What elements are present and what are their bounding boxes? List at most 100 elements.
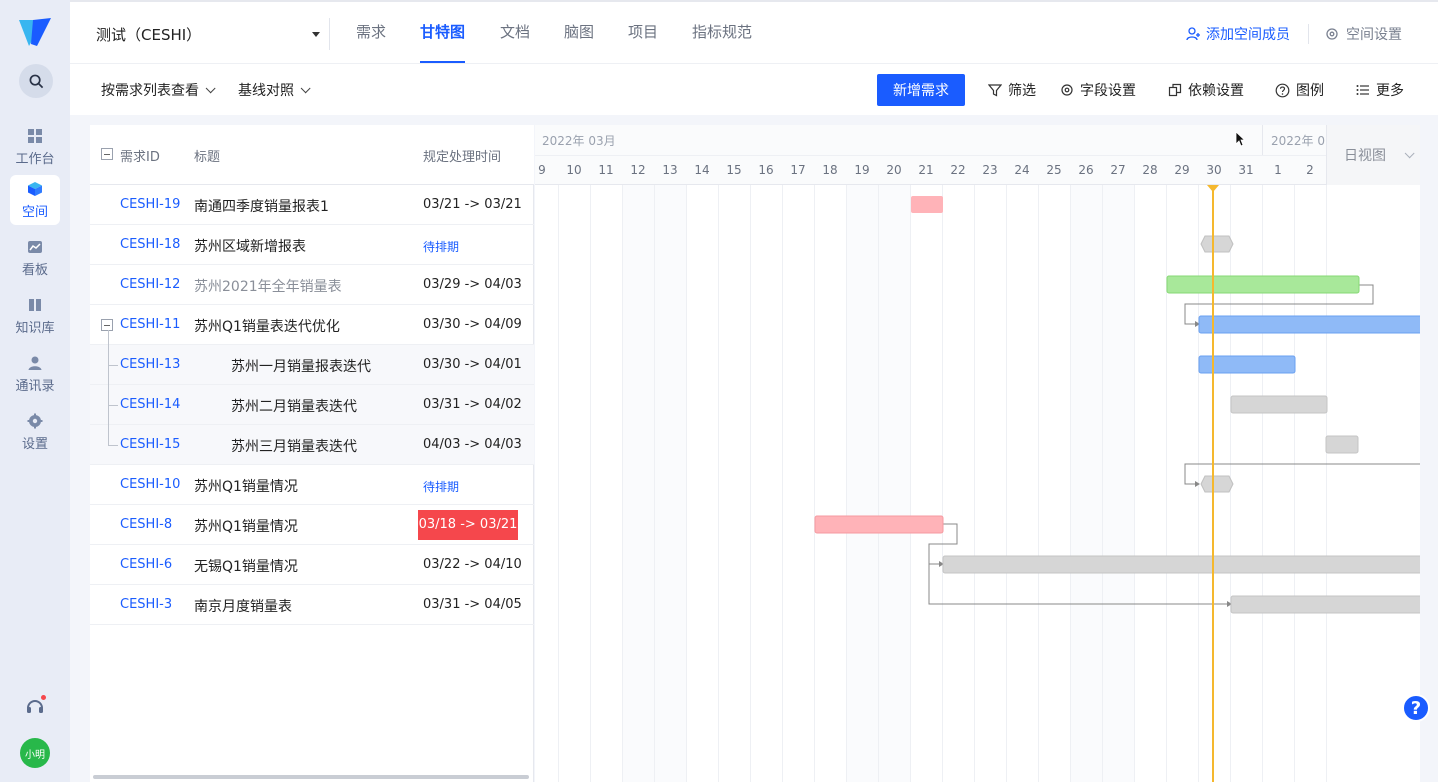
requirement-id[interactable]: CESHI-14 [120, 397, 180, 412]
more-label: 更多 [1376, 83, 1404, 99]
help-button[interactable]: ? [1402, 694, 1430, 722]
table-row[interactable]: CESHI-13 苏州一月销量报表迭代 03/30 -> 04/01 [90, 345, 534, 385]
baseline-dropdown[interactable]: 基线对照 [238, 78, 311, 102]
requirement-time[interactable]: 待排期 [423, 238, 459, 255]
filter-button[interactable]: 筛选 [988, 78, 1036, 102]
collapse-icon[interactable] [101, 319, 113, 331]
day-label: 30 [1206, 163, 1222, 177]
tab-projects[interactable]: 项目 [628, 2, 658, 63]
table-row[interactable]: CESHI-14 苏州二月销量表迭代 03/31 -> 04/02 [90, 385, 534, 425]
day-label: 19 [854, 163, 870, 177]
requirement-title[interactable]: 苏州Q1销量情况 [194, 516, 298, 536]
requirement-title[interactable]: 苏州Q1销量表迭代优化 [194, 316, 340, 336]
day-label: 15 [726, 163, 742, 177]
requirement-title[interactable]: 苏州2021年全年销量表 [194, 276, 342, 296]
day-label: 20 [886, 163, 902, 177]
table-row[interactable]: CESHI-10 苏州Q1销量情况 待排期 [90, 465, 534, 505]
tab-gantt[interactable]: 甘特图 [420, 2, 466, 63]
requirement-id[interactable]: CESHI-19 [120, 197, 180, 212]
gantt-body [558, 185, 1420, 782]
month-label: 2022年 03月 [542, 134, 616, 148]
space-name: 测试（CESHI） [96, 25, 202, 44]
collapse-all-icon[interactable] [101, 148, 113, 160]
tab-mindmap[interactable]: 脑图 [564, 2, 594, 63]
filter-label: 筛选 [1008, 83, 1036, 99]
table-row[interactable]: CESHI-11 苏州Q1销量表迭代优化 03/30 -> 04/09 [90, 305, 534, 345]
gantt-bar-CESHI-12[interactable] [1166, 275, 1360, 294]
requirement-id[interactable]: CESHI-13 [120, 357, 180, 372]
dependency-settings-button[interactable]: 依赖设置 [1168, 78, 1244, 102]
requirement-title[interactable]: 无锡Q1销量情况 [194, 556, 298, 576]
table-row[interactable]: CESHI-6 无锡Q1销量情况 03/22 -> 04/10 [90, 545, 534, 585]
day-label: 16 [758, 163, 774, 177]
rail-item-space[interactable]: 空间 [10, 175, 60, 225]
dependency-settings-label: 依赖设置 [1188, 83, 1244, 99]
gantt-bar-CESHI-3[interactable] [1230, 595, 1420, 614]
requirement-id[interactable]: CESHI-18 [120, 237, 180, 252]
requirement-id[interactable]: CESHI-8 [120, 517, 172, 532]
tab-metrics[interactable]: 指标规范 [692, 2, 752, 63]
tree-branch [108, 405, 118, 406]
requirement-id[interactable]: CESHI-6 [120, 557, 172, 572]
requirement-title[interactable]: 苏州三月销量表迭代 [231, 436, 357, 456]
rail-item-label: 工作台 [15, 151, 55, 167]
rail-item-workbench[interactable]: 工作台 [10, 122, 60, 172]
gantt-unscheduled-CESHI-10[interactable] [1200, 475, 1234, 493]
table-row[interactable]: CESHI-18 苏州区域新增报表 待排期 [90, 225, 534, 265]
search-icon[interactable] [19, 64, 53, 98]
gantt-bar-CESHI-8[interactable] [814, 515, 944, 534]
requirement-time: 03/31 -> 04/05 [423, 597, 522, 612]
new-requirement-button[interactable]: 新增需求 [877, 74, 965, 106]
requirement-title[interactable]: 南京月度销量表 [194, 596, 292, 616]
requirement-time[interactable]: 待排期 [423, 478, 459, 495]
table-header: 需求ID 标题 规定处理时间 [90, 125, 534, 185]
toolbar: 按需求列表查看 基线对照 新增需求 筛选 字段设置 依赖设置 图例 更多 [70, 63, 1438, 115]
requirement-title[interactable]: 南通四季度销量报表1 [194, 196, 329, 216]
avatar[interactable]: 小明 [20, 738, 50, 768]
requirement-title[interactable]: 苏州区域新增报表 [194, 236, 306, 256]
headset-icon[interactable] [25, 695, 46, 716]
column-header-id[interactable]: 需求ID [120, 146, 160, 165]
column-header-time[interactable]: 规定处理时间 [423, 146, 501, 165]
rail-item-settings[interactable]: 设置 [10, 407, 60, 457]
gantt-bar-CESHI-11[interactable] [1198, 315, 1420, 334]
rail-item-board[interactable]: 看板 [10, 233, 60, 283]
gantt-bar-CESHI-15[interactable] [1325, 435, 1359, 454]
field-settings-button[interactable]: 字段设置 [1060, 78, 1136, 102]
table-row[interactable]: CESHI-12 苏州2021年全年销量表 03/29 -> 04/03 [90, 265, 534, 305]
day-label: 29 [1174, 163, 1190, 177]
requirement-title[interactable]: 苏州Q1销量情况 [194, 476, 298, 496]
requirement-id[interactable]: CESHI-3 [120, 597, 172, 612]
table-row[interactable]: CESHI-15 苏州三月销量表迭代 04/03 -> 04/03 [90, 425, 534, 465]
app-logo-icon[interactable] [17, 16, 53, 50]
gantt-bar-CESHI-14[interactable] [1230, 395, 1328, 414]
more-button[interactable]: 更多 [1356, 78, 1404, 102]
column-header-title[interactable]: 标题 [194, 146, 220, 165]
requirement-id[interactable]: CESHI-10 [120, 477, 180, 492]
chevron-down-icon [1404, 147, 1415, 158]
requirement-title[interactable]: 苏州二月销量表迭代 [231, 396, 357, 416]
gantt-unscheduled-CESHI-18[interactable] [1200, 235, 1234, 253]
mouse-cursor-icon [1235, 131, 1245, 147]
space-settings-button[interactable]: 空间设置 [1325, 22, 1402, 46]
rail-item-contacts[interactable]: 通讯录 [10, 349, 60, 399]
space-selector[interactable]: 测试（CESHI） [96, 20, 320, 48]
table-row[interactable]: CESHI-8 苏州Q1销量情况 03/18 -> 03/21 [90, 505, 534, 545]
gantt-bar-CESHI-19[interactable] [911, 196, 943, 213]
requirement-time: 03/30 -> 04/01 [423, 357, 522, 372]
add-member-button[interactable]: 添加空间成员 [1186, 22, 1290, 46]
requirement-id[interactable]: CESHI-15 [120, 437, 180, 452]
requirement-title[interactable]: 苏州一月销量报表迭代 [231, 356, 371, 376]
view-mode-select[interactable]: 日视图 [1326, 125, 1420, 185]
legend-button[interactable]: 图例 [1275, 78, 1324, 102]
gantt-bar-CESHI-6[interactable] [942, 555, 1420, 574]
requirement-id[interactable]: CESHI-11 [120, 317, 180, 332]
rail-item-knowledge[interactable]: 知识库 [10, 291, 60, 341]
table-row[interactable]: CESHI-3 南京月度销量表 03/31 -> 04/05 [90, 585, 534, 625]
requirement-id[interactable]: CESHI-12 [120, 277, 180, 292]
tab-docs[interactable]: 文档 [500, 2, 530, 63]
horizontal-scrollbar[interactable] [93, 775, 529, 779]
view-mode-dropdown[interactable]: 按需求列表查看 [101, 78, 216, 102]
tab-requirements[interactable]: 需求 [356, 2, 386, 63]
table-row[interactable]: CESHI-19 南通四季度销量报表1 03/21 -> 03/21 [90, 185, 534, 225]
